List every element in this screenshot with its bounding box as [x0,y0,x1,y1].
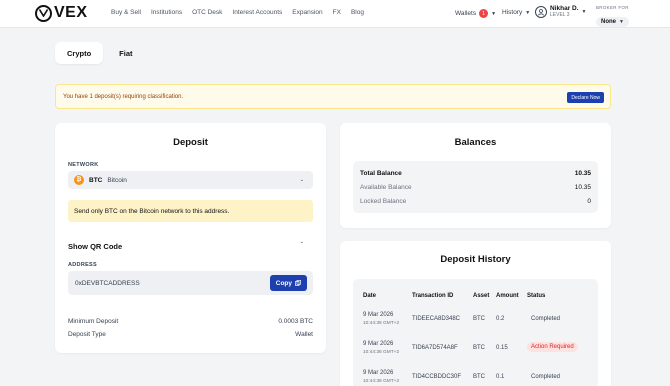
status-badge: Completed [531,374,561,380]
user-level: LEVEL 3 [550,12,570,19]
row-transaction-id: TIDEECA8D348C [412,316,461,322]
logo-text: VEX [54,4,88,21]
copy-icon [295,280,301,286]
row-time: 10:44:38 GMT+2 [363,379,400,384]
deposit-title: Deposit [173,137,208,148]
row-amount: 0.2 [496,316,505,322]
chevron-down-icon: ▼ [581,8,587,15]
main-nav: Buy & Sell Institutions OTC Desk Interes… [111,9,364,16]
balance-label: Available Balance [360,184,412,191]
nav-institutions[interactable]: Institutions [151,9,182,16]
chevron-down-icon: ▼ [619,19,624,25]
chevron-down-icon: ⌄ [299,239,304,245]
row-asset: BTC [473,316,485,322]
column-header-asset: Asset [473,293,490,299]
broker-value: None [601,19,616,25]
column-header-status: Status [527,293,546,299]
currency-tabs: Crypto Fiat [55,42,145,64]
broker-dropdown[interactable]: None ▼ [596,17,629,27]
deposit-history-panel: Deposit History Date Transaction ID Asse… [340,241,611,386]
show-qr-code-toggle[interactable]: Show QR Code ⌄ [68,236,313,251]
address-label: ADDRESS [68,262,97,268]
row-transaction-id: TID4CCBDDC30F [412,374,462,380]
balances-box: Total Balance 10.35 Available Balance 10… [353,161,598,213]
history-label: History [502,9,523,16]
minimum-deposit-row: Minimum Deposit 0.0003 BTC [68,318,313,325]
column-header-transaction-id: Transaction ID [412,293,454,299]
top-navigation-bar: VEX Buy & Sell Institutions OTC Desk Int… [0,0,670,28]
address-value: 0xDEVBTCADDRESS [75,280,140,287]
alert-text: You have 1 deposit(s) requiring classifi… [63,94,184,100]
logo[interactable]: VEX [35,4,88,22]
balance-label: Locked Balance [360,198,407,205]
available-balance-row: Available Balance 10.35 [360,184,591,191]
tab-fiat[interactable]: Fiat [107,42,144,64]
chevron-down-icon: ⌄ [299,177,304,183]
total-balance-row: Total Balance 10.35 [360,170,591,177]
address-field: 0xDEVBTCADDRESS Copy [68,271,313,295]
row-asset: BTC [473,345,485,351]
nav-fx[interactable]: FX [333,9,341,16]
nav-expansion[interactable]: Expansion [292,9,322,16]
broker-selector: BROKER FOR None ▼ [596,5,629,28]
locked-balance-row: Locked Balance 0 [360,198,591,205]
row-amount: 0.1 [496,374,505,380]
wallets-label: Wallets [455,10,477,17]
min-deposit-label: Minimum Deposit [68,318,119,325]
column-header-amount: Amount [496,293,519,299]
status-badge[interactable]: Action Required [527,342,578,352]
row-date: 9 Mar 2026 [363,312,394,318]
nav-otc-desk[interactable]: OTC Desk [192,9,222,16]
row-date: 9 Mar 2026 [363,341,394,347]
chevron-down-icon: ▼ [525,9,531,16]
nav-interest-accounts[interactable]: Interest Accounts [232,9,282,16]
avatar-icon [535,5,547,18]
network-label: NETWORK [68,162,99,168]
row-amount: 0.15 [496,345,508,351]
row-transaction-id: TID6A7D574A8F [412,345,458,351]
qr-label: Show QR Code [68,242,123,251]
declare-now-button[interactable]: Declare Now [567,92,604,103]
balance-value: 10.35 [574,170,591,177]
network-warning: Send only BTC on the Bitcoin network to … [68,200,313,222]
network-code: BTC [89,176,103,184]
balances-panel: Balances Total Balance 10.35 Available B… [340,123,611,228]
wallets-menu[interactable]: Wallets 1 ▼ [455,9,496,18]
network-name: Bitcoin [107,176,127,184]
row-date: 9 Mar 2026 [363,370,394,376]
network-dropdown[interactable]: ₿ BTC Bitcoin ⌄ [68,171,313,189]
status-badge: Completed [531,316,561,322]
deposit-panel: Deposit NETWORK ₿ BTC Bitcoin ⌄ Send onl… [55,123,326,353]
user-menu[interactable]: Nikhar D. LEVEL 3 ▼ [535,5,587,18]
deposit-history-title: Deposit History [440,254,511,265]
copy-label: Copy [275,279,292,287]
balance-value: 10.35 [574,184,591,191]
balance-value: 0 [587,198,591,205]
balances-title: Balances [454,137,497,148]
nav-buy-sell[interactable]: Buy & Sell [111,9,141,16]
deposit-history-table: Date Transaction ID Asset Amount Status … [353,279,598,386]
logo-icon [35,4,52,22]
deposit-type-label: Deposit Type [68,331,106,338]
min-deposit-value: 0.0003 BTC [278,318,313,325]
history-menu[interactable]: History ▼ [502,9,530,16]
deposit-type-row: Deposit Type Wallet [68,331,313,338]
copy-address-button[interactable]: Copy [269,275,307,291]
row-time: 10:44:38 GMT+2 [363,350,400,355]
row-asset: BTC [473,374,485,380]
wallets-badge: 1 [479,9,489,18]
broker-label: BROKER FOR [596,5,629,10]
column-header-date: Date [363,293,377,299]
row-time: 10:44:38 GMT+2 [363,321,400,326]
balance-label: Total Balance [360,170,402,177]
tab-crypto[interactable]: Crypto [55,42,104,64]
deposit-type-value: Wallet [295,331,313,338]
classification-alert: You have 1 deposit(s) requiring classifi… [55,84,611,109]
user-name: Nikhar D. [550,5,579,12]
chevron-down-icon: ▼ [491,10,497,17]
nav-blog[interactable]: Blog [351,9,364,16]
bitcoin-icon: ₿ [74,175,84,185]
